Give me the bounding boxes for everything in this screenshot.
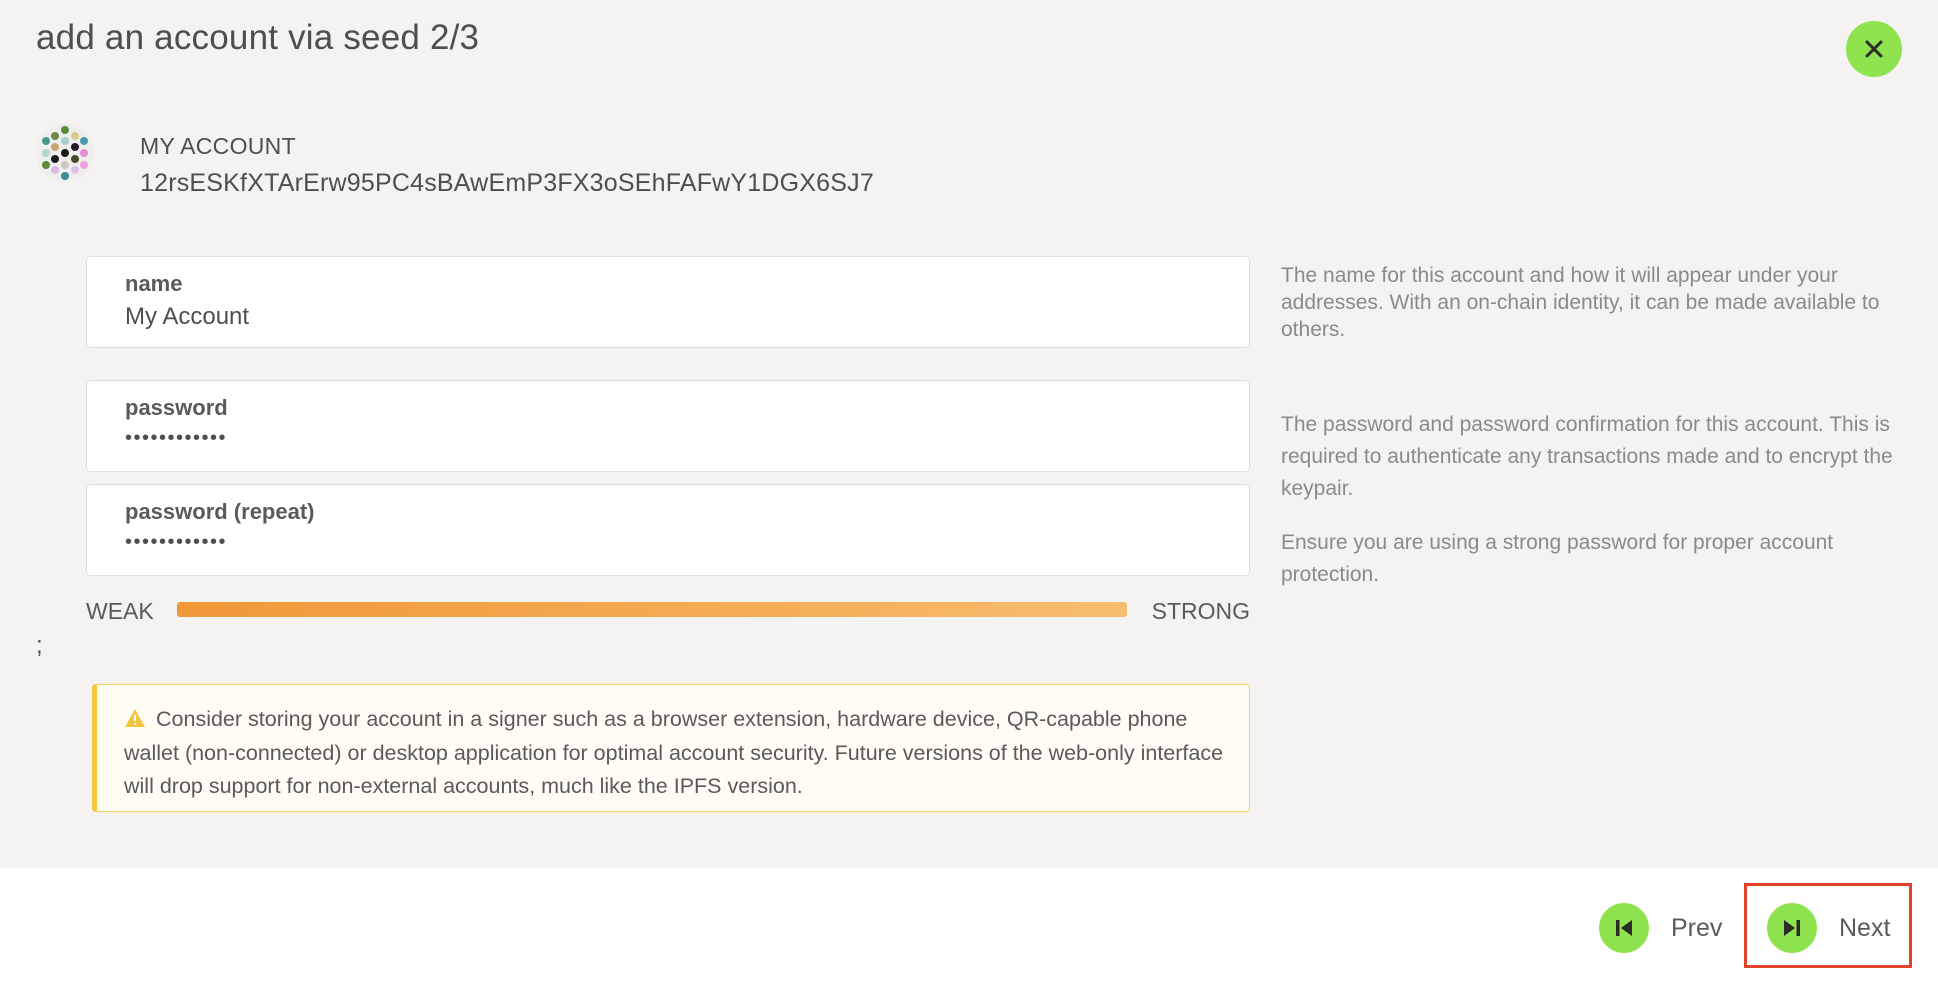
strength-strong-label: STRONG xyxy=(1151,598,1250,624)
warning-text: Consider storing your account in a signe… xyxy=(124,707,1224,798)
close-icon xyxy=(1865,40,1883,58)
prev-button[interactable]: Prev xyxy=(1599,898,1722,958)
account-address: 12rsESKfXTArErw95PC4sBAwEmP3FX3oSEhFAFwY… xyxy=(140,169,874,197)
name-field[interactable]: name xyxy=(86,256,1250,348)
name-field-label: name xyxy=(125,271,183,296)
password-input[interactable]: •••••••••••• xyxy=(125,427,227,450)
warning-triangle-icon xyxy=(125,709,145,727)
close-button[interactable] xyxy=(1846,21,1902,77)
name-help-paragraph: The name for this account and how it wil… xyxy=(1281,264,1880,341)
page-title: add an account via seed 2/3 xyxy=(36,18,480,57)
password-field[interactable]: password •••••••••••• xyxy=(86,380,1250,472)
password-repeat-input[interactable]: •••••••••••• xyxy=(125,531,227,554)
skip-back-icon xyxy=(1616,920,1632,936)
identicon-avatar xyxy=(36,124,94,182)
password-field-label: password xyxy=(125,395,228,420)
add-account-modal: add an account via seed 2/3 MY ACCOUNT 1… xyxy=(0,0,1938,982)
prev-button-label: Prev xyxy=(1671,913,1723,942)
password-repeat-field[interactable]: password (repeat) •••••••••••• xyxy=(86,484,1250,576)
strength-bar xyxy=(177,602,1127,617)
modal-footer: Prev Next xyxy=(0,868,1938,982)
warning-box: Consider storing your account in a signe… xyxy=(92,684,1250,812)
account-summary: MY ACCOUNT 12rsESKfXTArErw95PC4sBAwEmP3F… xyxy=(36,124,874,198)
strength-bar-fill xyxy=(177,602,1127,617)
next-button-highlight xyxy=(1744,883,1912,968)
name-help-text: The name for this account and how it wil… xyxy=(1281,262,1911,343)
strength-help-paragraph: Ensure you are using a strong password f… xyxy=(1281,531,1834,586)
strength-weak-label: WEAK xyxy=(86,598,154,624)
password-strength-meter: WEAK STRONG xyxy=(86,596,1250,626)
name-input[interactable] xyxy=(125,303,1205,331)
stray-text: ; xyxy=(36,632,43,659)
password-help-paragraph: The password and password confirmation f… xyxy=(1281,413,1893,500)
password-help-text: The password and password confirmation f… xyxy=(1281,409,1911,591)
account-name: MY ACCOUNT xyxy=(140,133,296,159)
password-repeat-field-label: password (repeat) xyxy=(125,499,315,524)
